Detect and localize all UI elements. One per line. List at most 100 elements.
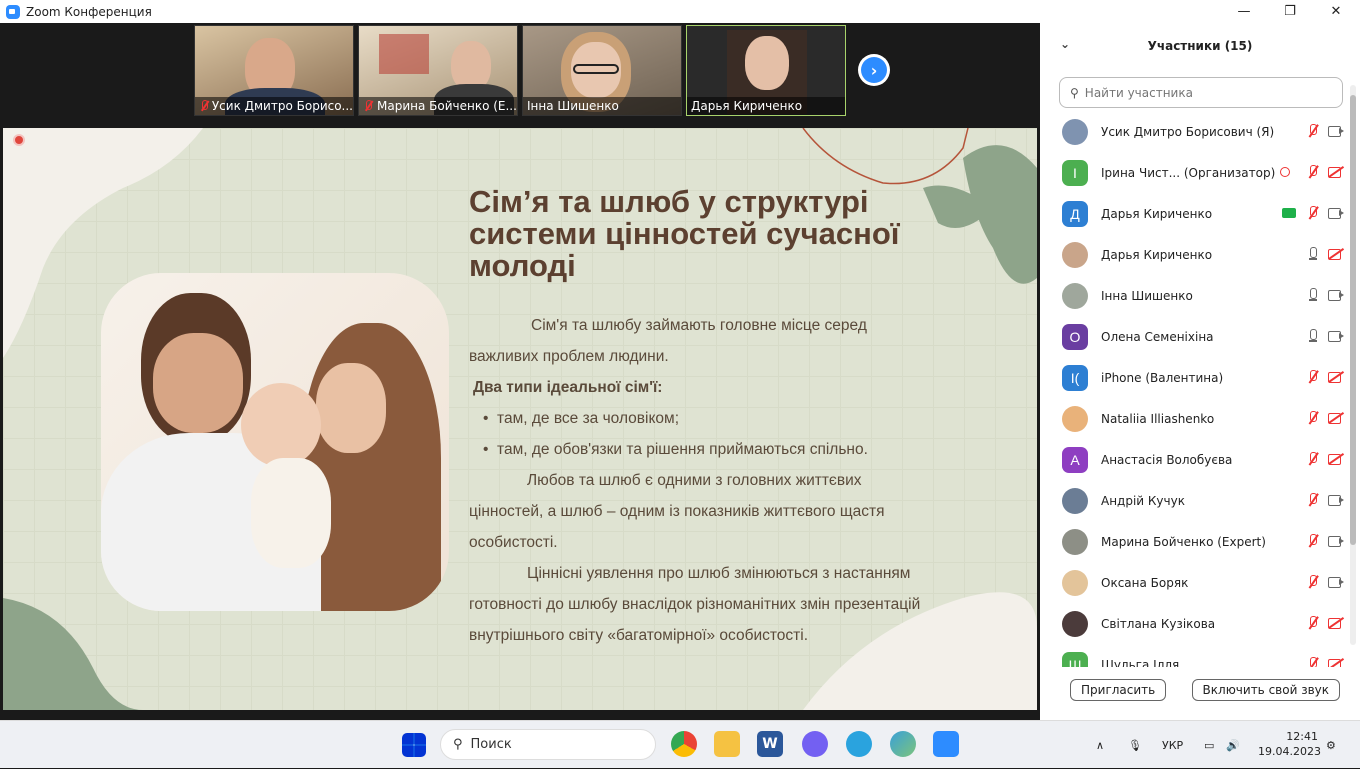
video-off-icon[interactable] bbox=[1328, 247, 1344, 261]
language-indicator[interactable]: УКР bbox=[1162, 721, 1183, 769]
slide-paragraph: Сім'я та шлюбу займають головне місце се… bbox=[531, 317, 867, 334]
close-button[interactable]: ✕ bbox=[1313, 0, 1359, 23]
video-thumbnail[interactable]: Усик Дмитро Борисо... bbox=[194, 25, 354, 116]
thumbnail-label: Інна Шишенко bbox=[523, 97, 681, 115]
avatar bbox=[1062, 282, 1088, 309]
participant-search-input[interactable] bbox=[1084, 85, 1325, 100]
windows-start-icon[interactable] bbox=[402, 733, 426, 757]
slide-paragraph: внутрішнього світу «багатомірної» особис… bbox=[469, 627, 809, 644]
participant-name: Світлана Кузікова bbox=[1101, 616, 1216, 631]
shared-screen-slide: Сім’я та шлюб у структурі системи ціннос… bbox=[3, 128, 1037, 710]
video-icon[interactable] bbox=[1328, 534, 1344, 548]
mic-muted-icon[interactable] bbox=[1306, 165, 1322, 179]
clock-date: 19.04.2023 bbox=[1258, 745, 1321, 758]
video-off-icon[interactable] bbox=[1328, 165, 1344, 179]
panel-header: ⌄ Участники (15) bbox=[1040, 23, 1360, 68]
participant-name: Марина Бойченко (Expert) bbox=[1101, 534, 1266, 549]
minimize-button[interactable]: — bbox=[1221, 0, 1267, 23]
participant-row[interactable]: I(iPhone (Валентина) bbox=[1040, 357, 1352, 398]
volume-icon[interactable]: 🔊 bbox=[1226, 721, 1240, 769]
panel-footer: Пригласить Включить свой звук bbox=[1040, 679, 1360, 701]
participant-row[interactable]: Андрій Кучук bbox=[1040, 480, 1352, 521]
photo-man-face bbox=[153, 333, 243, 433]
microphone-icon[interactable]: 🎙 bbox=[1128, 721, 1142, 769]
avatar bbox=[1062, 241, 1088, 268]
participant-name: Дарья Кириченко bbox=[1101, 247, 1213, 262]
participant-list-scrollbar[interactable] bbox=[1350, 85, 1356, 645]
thumbnail-label: Усик Дмитро Борисо... bbox=[195, 97, 353, 115]
participant-row[interactable]: Ш Шульга Ілля bbox=[1040, 644, 1352, 667]
participant-row[interactable]: Д Дарья Кириченко bbox=[1040, 193, 1352, 234]
avatar bbox=[1062, 528, 1088, 555]
video-icon[interactable] bbox=[1328, 329, 1344, 343]
mic-muted-icon[interactable] bbox=[1306, 534, 1322, 548]
window-title: Zoom Конференция bbox=[26, 4, 152, 19]
video-icon[interactable] bbox=[1328, 493, 1344, 507]
word-icon[interactable]: W bbox=[757, 731, 783, 757]
avatar: Д bbox=[1062, 200, 1088, 227]
participant-row[interactable]: Марина Бойченко (Expert) bbox=[1040, 521, 1352, 562]
leaf-shape bbox=[3, 598, 143, 710]
participant-row[interactable]: Оксана Боряк bbox=[1040, 562, 1352, 603]
avatar bbox=[1062, 405, 1088, 432]
participant-row[interactable]: Світлана Кузікова bbox=[1040, 603, 1352, 644]
participant-list: Усик Дмитро Борисович (Я) I Ірина Чист... … bbox=[1040, 111, 1352, 667]
video-off-icon[interactable] bbox=[1328, 370, 1344, 384]
mic-muted-icon[interactable] bbox=[1306, 657, 1322, 667]
glasses-icon bbox=[573, 64, 619, 74]
unmute-button[interactable]: Включить свой звук bbox=[1191, 679, 1340, 701]
video-icon[interactable] bbox=[1328, 206, 1344, 220]
telegram-icon[interactable] bbox=[846, 731, 872, 757]
mic-muted-icon[interactable] bbox=[1306, 411, 1322, 425]
mic-muted-icon[interactable] bbox=[1306, 575, 1322, 589]
notification-icon[interactable]: ⚙ bbox=[1326, 721, 1336, 769]
slide-paragraph: Ціннісні уявлення про шлюб змінюються з … bbox=[527, 565, 911, 582]
participant-row[interactable]: Nataliia Illiashenko bbox=[1040, 398, 1352, 439]
scrollbar-thumb[interactable] bbox=[1350, 95, 1356, 545]
mic-muted-icon[interactable] bbox=[1306, 124, 1322, 138]
mic-muted-icon[interactable] bbox=[1306, 370, 1322, 384]
mic-muted-icon[interactable] bbox=[1306, 493, 1322, 507]
video-thumbnail[interactable]: Марина Бойченко (E... bbox=[358, 25, 518, 116]
taskbar-search[interactable]: ⚲ Поиск bbox=[440, 729, 656, 760]
video-off-icon[interactable] bbox=[1328, 657, 1344, 667]
mic-muted-icon[interactable] bbox=[1306, 452, 1322, 466]
participant-row[interactable]: Усик Дмитро Борисович (Я) bbox=[1040, 111, 1352, 152]
video-thumbnail[interactable]: Інна Шишенко bbox=[522, 25, 682, 116]
video-icon[interactable] bbox=[1328, 288, 1344, 302]
thumbnail-name: Марина Бойченко (E... bbox=[377, 99, 517, 113]
slide-title: Сім’я та шлюб у структурі системи ціннос… bbox=[469, 184, 900, 283]
slide-body: Сім'я та шлюбу займають головне місце се… bbox=[469, 310, 1009, 651]
participant-row[interactable]: Дарья Кириченко bbox=[1040, 234, 1352, 275]
next-page-button[interactable]: › bbox=[858, 54, 890, 86]
chevron-down-icon[interactable]: ⌄ bbox=[1060, 37, 1070, 51]
participant-row[interactable]: I Ірина Чист... (Организатор) bbox=[1040, 152, 1352, 193]
maps-icon[interactable] bbox=[890, 731, 916, 757]
chevron-up-icon[interactable]: ∧ bbox=[1096, 721, 1104, 769]
participant-search[interactable]: ⚲ bbox=[1059, 77, 1343, 108]
chrome-icon[interactable] bbox=[671, 731, 697, 757]
mic-icon[interactable] bbox=[1306, 247, 1322, 261]
photo-woman-face bbox=[316, 363, 386, 453]
network-icon[interactable]: ▭ bbox=[1204, 721, 1214, 769]
video-off-icon[interactable] bbox=[1328, 452, 1344, 466]
video-icon[interactable] bbox=[1328, 575, 1344, 589]
video-icon[interactable] bbox=[1328, 124, 1344, 138]
mic-muted-icon[interactable] bbox=[1306, 206, 1322, 220]
taskbar-clock[interactable]: 12:41 19.04.2023 bbox=[1258, 729, 1321, 759]
participant-row[interactable]: Інна Шишенко bbox=[1040, 275, 1352, 316]
video-off-icon[interactable] bbox=[1328, 616, 1344, 630]
video-off-icon[interactable] bbox=[1328, 411, 1344, 425]
slide-paragraph: цінностей, а шлюб – одним із показників … bbox=[469, 503, 885, 520]
mic-muted-icon[interactable] bbox=[1306, 616, 1322, 630]
viber-icon[interactable] bbox=[802, 731, 828, 757]
zoom-taskbar-icon[interactable] bbox=[933, 731, 959, 757]
file-explorer-icon[interactable] bbox=[714, 731, 740, 757]
mic-icon[interactable] bbox=[1306, 288, 1322, 302]
video-thumbnail-active[interactable]: Дарья Кириченко bbox=[686, 25, 846, 116]
mic-icon[interactable] bbox=[1306, 329, 1322, 343]
maximize-button[interactable]: ❐ bbox=[1267, 0, 1313, 23]
participant-row[interactable]: А Анастасія Волобуєва bbox=[1040, 439, 1352, 480]
invite-button[interactable]: Пригласить bbox=[1070, 679, 1167, 701]
participant-row[interactable]: О Олена Семеніхіна bbox=[1040, 316, 1352, 357]
